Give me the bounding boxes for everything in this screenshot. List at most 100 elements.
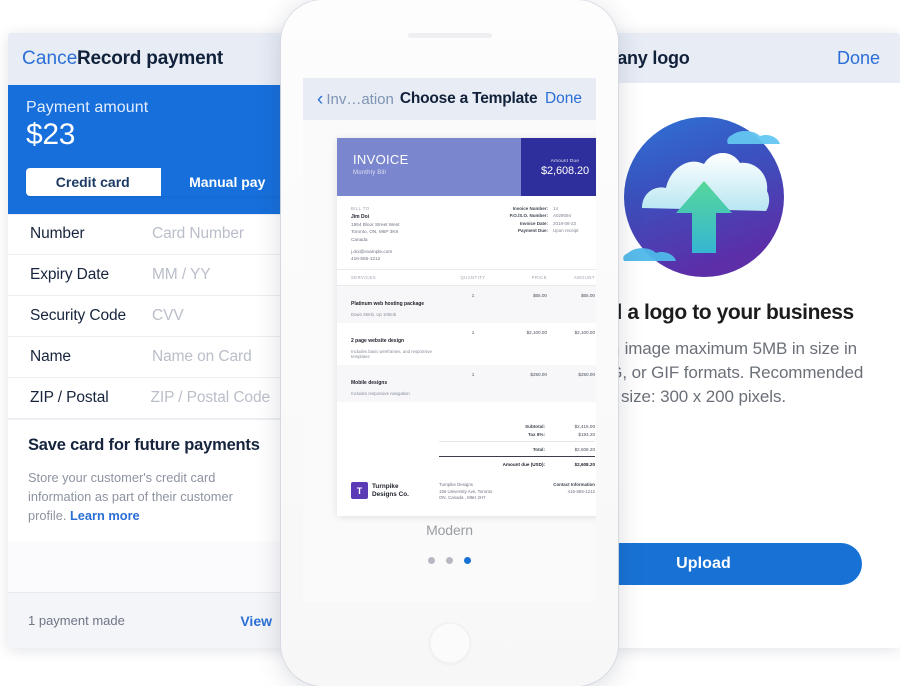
invoice-meta-row: Invoice Number: 14 bbox=[477, 206, 595, 211]
logo-illustration-wrap bbox=[615, 83, 900, 281]
phone-screen: ‹ Inv…ation Choose a Template Done INVOI… bbox=[303, 78, 596, 602]
chevron-left-icon: ‹ bbox=[317, 88, 324, 110]
upload-button[interactable]: Upload bbox=[615, 543, 862, 585]
brand-line-2: Designs Co. bbox=[372, 490, 409, 498]
line-item-qty: 1 bbox=[471, 329, 475, 335]
invoice-date-label: Invoice Date: bbox=[519, 220, 548, 226]
col-amount: AMOUNT bbox=[573, 274, 595, 280]
invoice-number-label: Invoice Number: bbox=[512, 206, 548, 211]
col-quantity: QUANTITY bbox=[460, 274, 486, 280]
total-value: $2,608.20 bbox=[574, 446, 595, 452]
screenshot-stage: Cancel Record payment Payment amount $23… bbox=[0, 0, 900, 686]
line-item-qty: 1 bbox=[471, 371, 475, 377]
total-row: Total: $2,608.20 bbox=[351, 447, 595, 452]
expiry-date-input[interactable]: MM / YY bbox=[152, 266, 211, 284]
col-price: PRICE bbox=[531, 274, 547, 280]
invoice-meta-fields: Invoice Number: 14 P.O./S.O. Number: A02… bbox=[477, 206, 595, 261]
tab-credit-card[interactable]: Credit card bbox=[26, 167, 160, 196]
payment-amount-label: Payment amount bbox=[26, 99, 149, 116]
tab-manual-payment[interactable]: Manual pay bbox=[159, 167, 292, 196]
invoice-meta-row: P.O./S.O. Number: A029094 bbox=[477, 213, 595, 218]
bill-to-block: BILL TO Jim Doi 1954 Bloor Street West T… bbox=[351, 206, 477, 261]
view-payments-link[interactable]: View bbox=[240, 613, 272, 629]
line-item-amount: $65.00 bbox=[580, 292, 595, 298]
line-item-name: 2 page website design bbox=[351, 337, 405, 344]
invoice-meta-row: Invoice Date: 2018-08-23 bbox=[477, 221, 595, 226]
save-card-description: Store your customer's credit card inform… bbox=[28, 468, 272, 526]
field-label-expiry: Expiry Date bbox=[30, 265, 110, 283]
payments-made-status: 1 payment made bbox=[28, 613, 125, 628]
subtotal-value: $2,415.00 bbox=[574, 423, 595, 429]
bill-to-name: Jim Doi bbox=[351, 214, 370, 220]
line-item-name: Mobile designs bbox=[351, 379, 388, 386]
phone-speaker-grille bbox=[407, 33, 492, 38]
line-item-qty: 1 bbox=[471, 292, 475, 298]
upload-button-wrap: Upload bbox=[615, 543, 900, 585]
po-number-label: P.O./S.O. Number: bbox=[509, 213, 548, 219]
line-item-price: $65.00 bbox=[532, 292, 547, 298]
field-row-security-code[interactable]: Security Code CVV bbox=[8, 296, 292, 337]
phone-home-button[interactable] bbox=[428, 622, 471, 664]
company-name: Turnpike Designs bbox=[439, 482, 474, 488]
contact-label: Contact Information bbox=[553, 482, 595, 488]
field-label-zip: ZIP / Postal bbox=[30, 388, 109, 406]
choose-template-title: Choose a Template bbox=[399, 90, 538, 107]
field-row-zip[interactable]: ZIP / Postal ZIP / Postal Code bbox=[8, 378, 292, 419]
pagination-dot-2[interactable] bbox=[446, 557, 453, 564]
field-row-expiry[interactable]: Expiry Date MM / YY bbox=[8, 255, 292, 296]
company-address-1: 156 University Ave, Toronto bbox=[439, 488, 493, 494]
turnpike-logo-icon: T bbox=[351, 482, 368, 500]
amount-due-total-value: $2,608.20 bbox=[574, 461, 595, 467]
po-number-value: A029094 bbox=[553, 213, 572, 219]
company-logo-body: Upload a logo to your business Select an… bbox=[615, 83, 900, 623]
amount-due-value: $2,608.20 bbox=[540, 164, 590, 177]
total-label: Total: bbox=[532, 446, 545, 452]
pagination-dot-1[interactable] bbox=[428, 557, 435, 564]
template-pagination-dots[interactable] bbox=[303, 557, 596, 564]
field-label-name: Name bbox=[30, 347, 71, 365]
bill-to-address-2: Toronto, ON, M6P 3K9 bbox=[351, 229, 399, 235]
cancel-button[interactable]: Cancel bbox=[22, 48, 82, 70]
table-row: Mobile designs Includes responsive navig… bbox=[337, 364, 596, 402]
zip-postal-input[interactable]: ZIP / Postal Code bbox=[151, 389, 271, 407]
security-code-input[interactable]: CVV bbox=[152, 307, 184, 325]
back-button-label: Inv…ation bbox=[326, 90, 394, 108]
col-services: SERVICES bbox=[351, 274, 377, 280]
company-logo-card: Company logo Done bbox=[615, 33, 900, 648]
field-row-number[interactable]: Number Card Number bbox=[8, 213, 292, 255]
invoice-preview[interactable]: INVOICE Monthly Bill Amount Due $2,608.2… bbox=[337, 138, 596, 516]
invoice-table-header: SERVICES QUANTITY PRICE AMOUNT bbox=[337, 268, 596, 286]
company-address: Turnpike Designs 156 University Ave, Tor… bbox=[439, 482, 511, 502]
bill-to-address-1: 1954 Bloor Street West bbox=[351, 222, 400, 228]
field-label-number: Number bbox=[30, 225, 85, 242]
name-on-card-input[interactable]: Name on Card bbox=[152, 348, 252, 366]
payment-method-segmented-control[interactable]: Credit card Manual pay bbox=[26, 167, 292, 196]
upload-logo-description: Select an image maximum 5MB in size in J… bbox=[615, 339, 864, 407]
line-item-desc: 2 page website design Includes basic wir… bbox=[351, 329, 449, 359]
choose-template-body: INVOICE Monthly Bill Amount Due $2,608.2… bbox=[303, 120, 596, 602]
back-button[interactable]: ‹ Inv…ation bbox=[317, 90, 394, 109]
card-number-input[interactable]: Card Number bbox=[152, 225, 244, 243]
learn-more-link[interactable]: Learn more bbox=[70, 508, 140, 523]
record-payment-card: Cancel Record payment Payment amount $23… bbox=[8, 33, 292, 648]
cloud-upload-icon bbox=[622, 117, 784, 277]
upload-logo-heading: Upload a logo to your business bbox=[615, 301, 854, 324]
subtotal-label: Subtotal: bbox=[525, 423, 545, 429]
template-name-label: Modern bbox=[426, 522, 473, 538]
amount-due-divider bbox=[439, 455, 595, 457]
invoice-header-left: INVOICE Monthly Bill bbox=[337, 138, 521, 196]
company-logo-title: Company logo bbox=[615, 47, 690, 68]
choose-template-navbar: ‹ Inv…ation Choose a Template Done bbox=[303, 78, 596, 120]
field-row-name[interactable]: Name Name on Card bbox=[8, 337, 292, 378]
table-row: Platinum web hosting package Down 35mb, … bbox=[337, 285, 596, 323]
done-button[interactable]: Done bbox=[837, 48, 880, 69]
company-logo-navbar: Company logo Done bbox=[615, 33, 900, 83]
payment-due-label: Payment Due: bbox=[517, 228, 548, 234]
line-item-price: $250.00 bbox=[530, 371, 547, 377]
bill-to-spacer bbox=[351, 242, 477, 247]
card-fields-list: Number Card Number Expiry Date MM / YY S… bbox=[8, 213, 292, 419]
pagination-dot-3[interactable] bbox=[464, 557, 471, 564]
template-done-button[interactable]: Done bbox=[545, 90, 582, 108]
invoice-amount-due-block: Amount Due $2,608.20 bbox=[521, 138, 596, 196]
invoice-header-subtitle: Monthly Bill bbox=[353, 170, 387, 176]
